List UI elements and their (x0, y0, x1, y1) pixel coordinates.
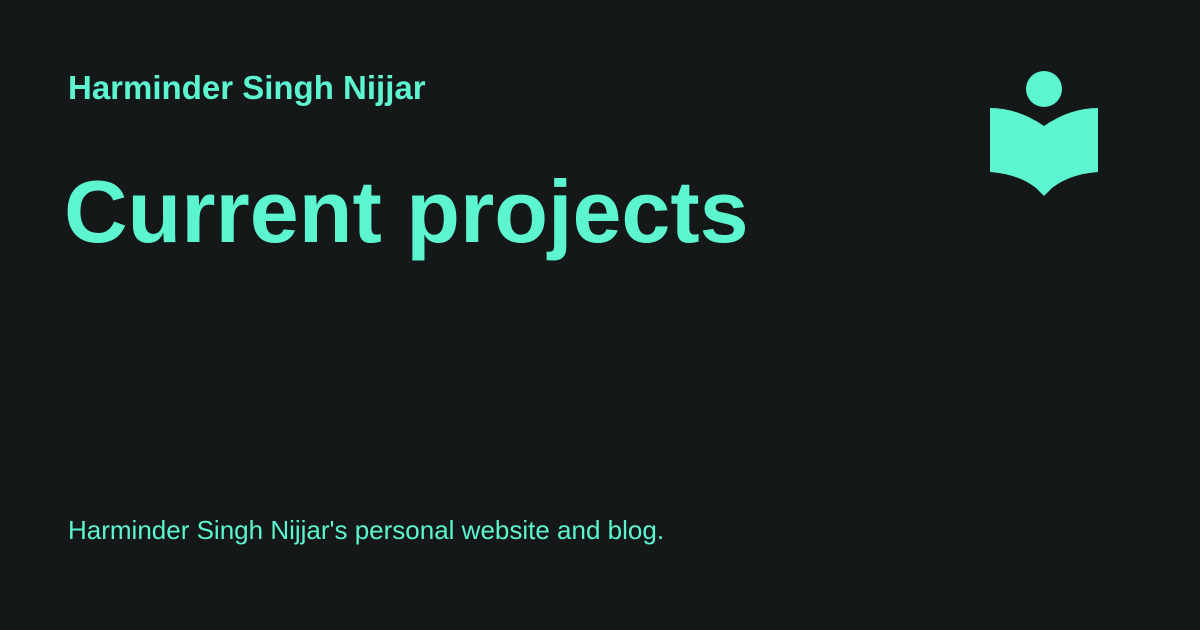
og-card: { "site_name": "Harminder Singh Nijjar",… (0, 0, 1200, 630)
reader-book-icon (990, 71, 1098, 196)
site-description: Harminder Singh Nijjar's personal websit… (68, 515, 665, 545)
reader-head (1026, 71, 1062, 107)
page-title: Current projects (64, 162, 749, 261)
open-book (990, 108, 1098, 196)
site-name: Harminder Singh Nijjar (68, 69, 426, 106)
